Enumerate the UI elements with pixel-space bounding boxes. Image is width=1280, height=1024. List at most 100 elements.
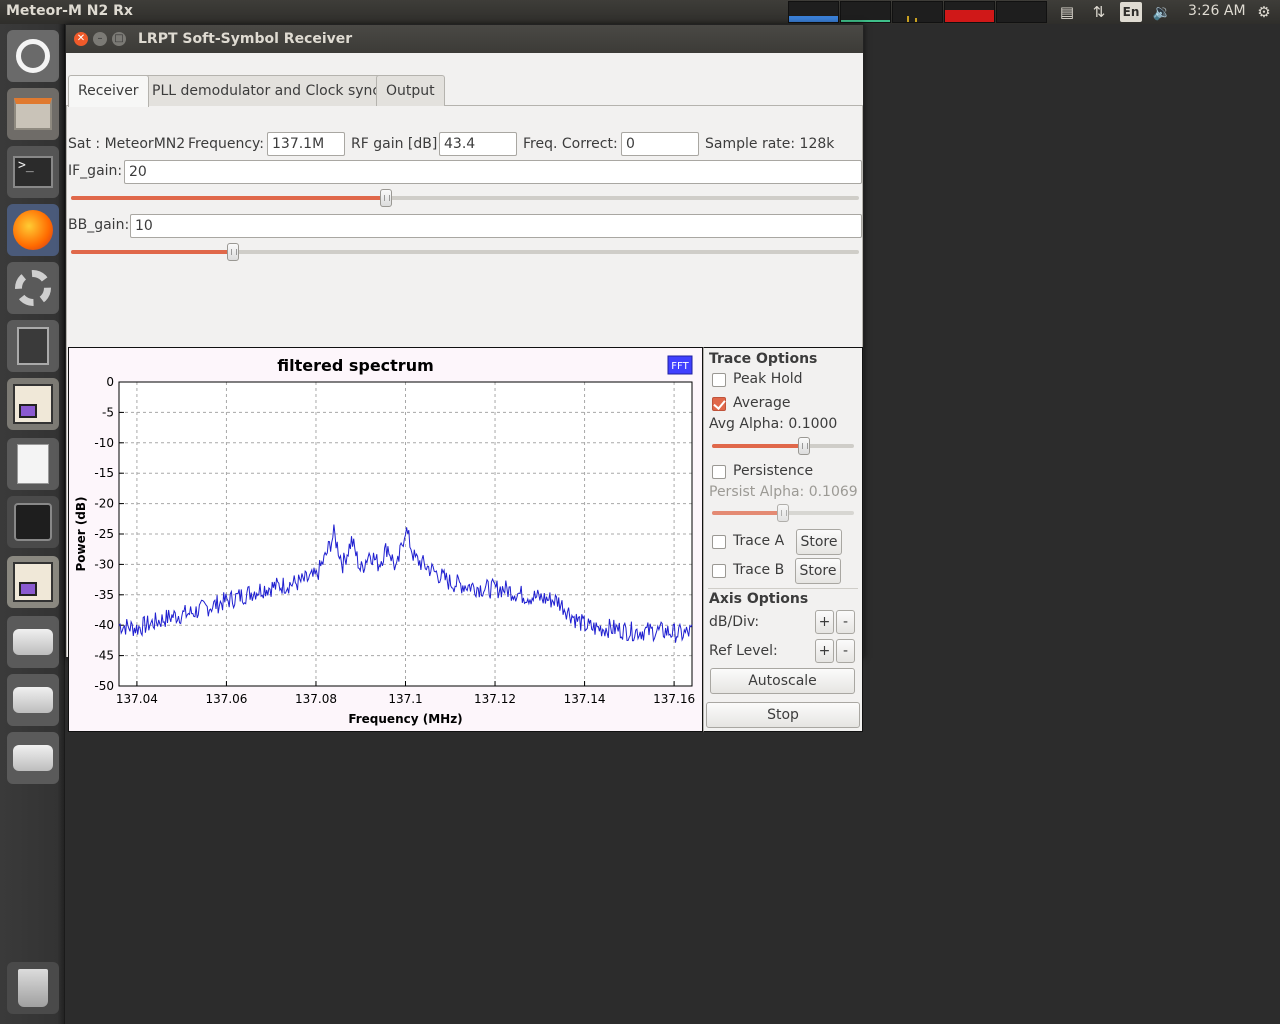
load-monitor-graph[interactable] bbox=[996, 1, 1047, 23]
axis-options-title: Axis Options bbox=[709, 591, 809, 607]
y-tick-label: -5 bbox=[102, 405, 114, 419]
y-tick-label: 0 bbox=[106, 375, 114, 389]
file-manager-icon[interactable] bbox=[7, 88, 59, 140]
minimize-icon[interactable]: – bbox=[93, 32, 107, 46]
maximize-icon[interactable]: □ bbox=[112, 32, 126, 46]
volume-icon[interactable]: 🔉 bbox=[1152, 2, 1172, 22]
text-editor-icon[interactable] bbox=[7, 438, 59, 490]
drive-icon[interactable] bbox=[7, 732, 59, 784]
ref-level-minus-button[interactable]: - bbox=[836, 639, 855, 663]
x-tick-label: 137.16 bbox=[653, 692, 695, 706]
if-gain-input[interactable] bbox=[124, 160, 862, 184]
spectrum-chart: 137.04 137.06 137.08 137.1 137.12 137.14 137.1… bbox=[74, 355, 695, 726]
persistence-checkbox[interactable] bbox=[712, 465, 726, 479]
top-panel: Meteor-M N2 Rx ▤ ⇅ En 🔉 3:26 AM ⚙ bbox=[0, 0, 1280, 24]
average-checkbox[interactable] bbox=[712, 397, 726, 411]
y-tick-label: -45 bbox=[94, 649, 114, 663]
db-div-label: dB/Div: bbox=[709, 614, 760, 630]
divider bbox=[708, 588, 858, 589]
bb-gain-slider[interactable] bbox=[71, 243, 859, 261]
if-gain-slider[interactable] bbox=[71, 189, 859, 207]
persist-alpha-label: Persist Alpha: 0.1069 bbox=[709, 484, 858, 500]
language-indicator[interactable]: En bbox=[1120, 2, 1142, 22]
y-tick-label: -35 bbox=[94, 588, 114, 602]
memory-monitor-graph[interactable] bbox=[840, 1, 891, 23]
drive-icon[interactable] bbox=[7, 674, 59, 726]
x-axis-label: Frequency (MHz) bbox=[348, 712, 462, 726]
bb-gain-slider-handle[interactable] bbox=[227, 243, 239, 261]
persist-alpha-slider-handle[interactable] bbox=[777, 504, 789, 522]
trace-options-panel: Trace Options Peak Hold Average Avg Alph… bbox=[703, 347, 863, 732]
drive-icon[interactable] bbox=[7, 616, 59, 668]
spectrum-plot[interactable]: 137.04 137.06 137.08 137.1 137.12 137.14 137.1… bbox=[68, 347, 703, 732]
trace-b-label: Trace B bbox=[733, 562, 785, 578]
ref-level-plus-button[interactable]: + bbox=[815, 639, 834, 663]
y-tick-label: -20 bbox=[94, 497, 114, 511]
terminal-icon[interactable]: >_ bbox=[7, 146, 59, 198]
rf-gain-input[interactable] bbox=[439, 132, 517, 156]
gnuradio-running-icon[interactable] bbox=[7, 556, 59, 608]
avg-alpha-slider[interactable] bbox=[712, 437, 854, 455]
trace-options-title: Trace Options bbox=[709, 351, 818, 367]
receiver-panel: Sat : MeteorMN2 Frequency: RF gain [dB]:… bbox=[66, 106, 863, 732]
trash-icon[interactable] bbox=[7, 962, 59, 1014]
disk-monitor-graph[interactable] bbox=[944, 1, 995, 23]
bb-gain-label: BB_gain: bbox=[68, 217, 130, 233]
cpu-monitor-graph[interactable] bbox=[788, 1, 839, 23]
x-tick-label: 137.08 bbox=[295, 692, 337, 706]
clock[interactable]: 3:26 AM bbox=[1188, 3, 1246, 19]
calculator-icon[interactable] bbox=[7, 320, 59, 372]
x-tick-label: 137.04 bbox=[116, 692, 158, 706]
trace-a-checkbox[interactable] bbox=[712, 535, 726, 549]
ubuntu-dash-icon[interactable] bbox=[7, 30, 59, 82]
db-div-minus-button[interactable]: - bbox=[836, 610, 855, 634]
freq-correct-label: Freq. Correct: bbox=[523, 136, 618, 152]
tab-receiver[interactable]: Receiver bbox=[68, 75, 149, 107]
if-gain-label: IF_gain: bbox=[68, 163, 123, 179]
y-tick-label: -40 bbox=[94, 618, 114, 632]
bb-gain-input[interactable] bbox=[130, 214, 862, 238]
if-gain-slider-handle[interactable] bbox=[380, 189, 392, 207]
trace-a-store-button[interactable]: Store bbox=[796, 529, 842, 555]
db-div-plus-button[interactable]: + bbox=[815, 610, 834, 634]
avg-alpha-slider-handle[interactable] bbox=[798, 437, 810, 455]
stop-button[interactable]: Stop bbox=[706, 702, 860, 728]
frequency-label: Frequency: bbox=[188, 136, 265, 152]
window-titlebar[interactable]: ✕ – □ LRPT Soft-Symbol Receiver bbox=[66, 25, 863, 53]
gear-icon[interactable]: ⚙ bbox=[1254, 2, 1274, 22]
active-app-title: Meteor-M N2 Rx bbox=[6, 3, 133, 19]
y-axis-label: Power (dB) bbox=[74, 496, 88, 571]
receiver-window: ✕ – □ LRPT Soft-Symbol Receiver Receiver… bbox=[65, 24, 864, 732]
peak-hold-label: Peak Hold bbox=[733, 371, 803, 387]
tab-bar: Receiver PLL demodulator and Clock sync … bbox=[66, 75, 863, 107]
sample-rate-label: Sample rate: 128k bbox=[705, 136, 835, 152]
trace-b-store-button[interactable]: Store bbox=[795, 558, 841, 584]
network-arrows-icon[interactable]: ⇅ bbox=[1089, 2, 1109, 22]
close-icon[interactable]: ✕ bbox=[74, 32, 88, 46]
autoscale-button[interactable]: Autoscale bbox=[710, 668, 855, 694]
x-tick-label: 137.1 bbox=[388, 692, 422, 706]
y-tick-label: -50 bbox=[94, 679, 114, 693]
freq-correct-input[interactable] bbox=[621, 132, 699, 156]
system-settings-icon[interactable] bbox=[7, 262, 59, 314]
launcher: >_ bbox=[0, 24, 65, 1024]
trace-a-label: Trace A bbox=[733, 533, 785, 549]
y-tick-label: -10 bbox=[94, 436, 114, 450]
tab-pll-demodulator[interactable]: PLL demodulator and Clock sync bbox=[142, 75, 391, 106]
peak-hold-checkbox[interactable] bbox=[712, 373, 726, 387]
fft-badge-label: FFT bbox=[671, 361, 689, 372]
frequency-input[interactable] bbox=[267, 132, 345, 156]
persistence-label: Persistence bbox=[733, 463, 814, 479]
window-title: LRPT Soft-Symbol Receiver bbox=[138, 31, 353, 47]
y-tick-label: -25 bbox=[94, 527, 114, 541]
gnuradio-companion-icon[interactable] bbox=[7, 378, 59, 430]
firefox-icon[interactable] bbox=[7, 204, 59, 256]
tab-output[interactable]: Output bbox=[376, 75, 445, 106]
rf-gain-label: RF gain [dB]: bbox=[351, 136, 443, 152]
keyboard-icon[interactable]: ▤ bbox=[1058, 2, 1076, 22]
network-monitor-graph[interactable] bbox=[892, 1, 943, 23]
persist-alpha-slider[interactable] bbox=[712, 504, 854, 522]
trace-b-checkbox[interactable] bbox=[712, 564, 726, 578]
x-tick-label: 137.14 bbox=[564, 692, 606, 706]
app-icon[interactable] bbox=[7, 496, 59, 548]
